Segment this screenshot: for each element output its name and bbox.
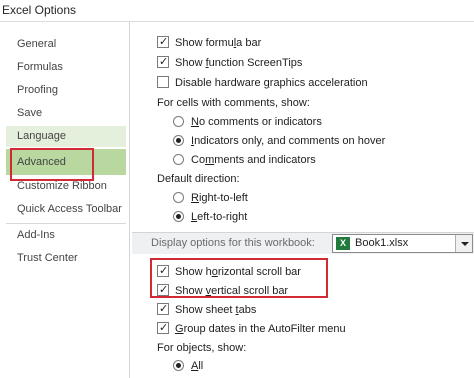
indicators-only-option[interactable]: Indicators only, and comments on hover [173, 132, 385, 150]
sidebar-item-add-ins[interactable]: Add-Ins [6, 225, 126, 246]
option-label-mnemonic: m [205, 154, 215, 166]
sidebar-item-language[interactable]: Language [6, 126, 126, 147]
no-comments-option[interactable]: No comments or indicators [173, 113, 322, 131]
sidebar-item-formulas[interactable]: Formulas [6, 57, 126, 78]
option-label: Show [175, 57, 206, 69]
option-label: roup dates in the AutoFilter menu [183, 323, 346, 335]
comments-and-indicators-option[interactable]: Comments and indicators [173, 151, 316, 169]
title-bar: Excel Options [0, 0, 474, 22]
workbook-section-label: Display options for this workbook: [151, 237, 315, 249]
sidebar-item-general[interactable]: General [6, 34, 126, 55]
no-comments-radio[interactable] [173, 116, 184, 127]
advanced-highlight-box [10, 148, 94, 181]
show-screentips-option[interactable]: Show function ScreenTips [157, 53, 303, 72]
left-to-right-radio[interactable] [173, 211, 184, 222]
comments-heading: For cells with comments, show: [157, 97, 310, 109]
workbook-select-value: Book1.xlsx [355, 237, 409, 249]
option-label: raphics acceleration [269, 77, 368, 89]
show-formula-bar-checkbox[interactable] [157, 33, 169, 51]
sidebar: General Formulas Proofing Save Language … [0, 22, 130, 378]
sidebar-item-quick-access-toolbar[interactable]: Quick Access Toolbar [6, 199, 126, 220]
objects-heading: For objects, show: [157, 342, 247, 354]
option-label: ight-to-left [198, 192, 248, 204]
option-label: Show sheet [175, 304, 236, 316]
show-sheet-tabs-checkbox[interactable] [157, 300, 169, 318]
workbook-section-header: Display options for this workbook: X Boo… [132, 232, 474, 254]
option-label: ments and indicators [214, 154, 316, 166]
left-to-right-option[interactable]: Left-to-right [173, 208, 247, 226]
disable-hw-accel-checkbox[interactable] [157, 76, 169, 88]
group-dates-option[interactable]: Group dates in the AutoFilter menu [157, 319, 346, 338]
direction-heading: Default direction: [157, 173, 240, 185]
scrollbar-options-highlight-box [150, 258, 328, 298]
show-sheet-tabs-option[interactable]: Show sheet tabs [157, 300, 257, 319]
option-label-mnemonic: R [191, 192, 199, 204]
excel-icon: X [336, 237, 350, 250]
objects-all-radio[interactable] [173, 360, 184, 371]
show-screentips-checkbox[interactable] [157, 53, 169, 71]
option-label: unction ScreenTips [208, 57, 303, 69]
objects-all-option[interactable]: All [173, 357, 203, 375]
sidebar-item-proofing[interactable]: Proofing [6, 80, 126, 101]
right-to-left-radio[interactable] [173, 192, 184, 203]
chevron-down-icon[interactable] [455, 235, 472, 252]
workbook-select[interactable]: X Book1.xlsx [332, 234, 473, 253]
window-title: Excel Options [2, 3, 77, 17]
sidebar-item-save[interactable]: Save [6, 103, 126, 124]
option-label: ll [198, 360, 204, 372]
sidebar-item-trust-center[interactable]: Trust Center [6, 248, 126, 269]
disable-hw-accel-option[interactable]: Disable hardware graphics acceleration [157, 74, 368, 92]
option-label: ndicators only, and comments on hover [194, 135, 386, 147]
group-dates-checkbox[interactable] [157, 319, 169, 337]
comments-and-indicators-radio[interactable] [173, 154, 184, 165]
advanced-options-panel: Show formula bar Show function ScreenTip… [131, 22, 474, 378]
option-label: Show formu [175, 37, 234, 49]
option-label: abs [238, 304, 257, 316]
option-label: o comments or indicators [198, 116, 322, 128]
right-to-left-option[interactable]: Right-to-left [173, 189, 248, 207]
option-label: a bar [236, 37, 262, 49]
option-label-mnemonic: N [191, 116, 199, 128]
indicators-only-radio[interactable] [173, 135, 184, 146]
option-label-mnemonic: G [175, 323, 184, 335]
option-label: eft-to-right [197, 211, 248, 223]
show-formula-bar-option[interactable]: Show formula bar [157, 33, 262, 52]
option-label: Co [191, 154, 206, 166]
sidebar-divider [6, 223, 126, 224]
option-label: Disable hardware [175, 77, 264, 89]
